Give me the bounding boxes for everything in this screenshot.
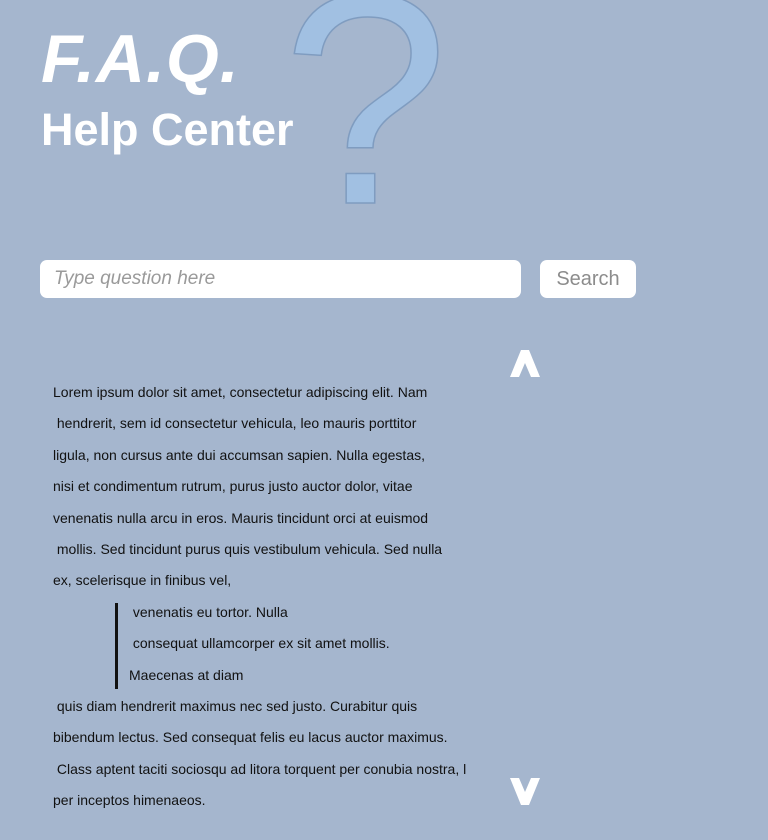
chevron-up-icon: [510, 350, 540, 377]
page-title: F.A.Q.: [41, 21, 240, 97]
text-line: per inceptos himenaeos.: [53, 792, 206, 809]
paragraph-after-quote: quis diam hendrerit maximus nec sed just…: [53, 691, 483, 817]
text-line: bibendum lectus. Sed consequat felis eu …: [53, 729, 448, 746]
faq-answer-text: Lorem ipsum dolor sit amet, consectetur …: [53, 377, 483, 816]
search-button[interactable]: Search: [540, 260, 636, 298]
text-line: quis diam hendrerit maximus nec sed just…: [53, 697, 418, 714]
text-line: ex, scelerisque in finibus vel,: [53, 572, 232, 589]
question-mark-decoration: ?: [281, 0, 449, 267]
text-line: consequat ullamcorper ex sit amet mollis…: [129, 635, 390, 652]
page-subtitle: Help Center: [41, 104, 294, 155]
text-line: mollis. Sed tincidunt purus quis vestibu…: [53, 540, 443, 557]
text-line: nisi et condimentum rutrum, purus justo …: [53, 478, 413, 495]
paragraph-before-quote: Lorem ipsum dolor sit amet, consectetur …: [53, 377, 483, 597]
text-line: ligula, non cursus ante dui accumsan sap…: [53, 446, 425, 463]
text-line: Lorem ipsum dolor sit amet, consectetur …: [53, 384, 428, 400]
scroll-up-button[interactable]: [506, 346, 544, 380]
text-line: venenatis eu tortor. Nulla: [129, 603, 288, 620]
blockquote-bar: [115, 602, 118, 689]
text-line: Class aptent taciti sociosqu ad litora t…: [53, 760, 467, 777]
text-line: hendrerit, sem id consectetur vehicula, …: [53, 415, 417, 432]
scroll-down-button[interactable]: [506, 774, 544, 808]
text-line: venenatis nulla arcu in eros. Mauris tin…: [53, 509, 429, 526]
chevron-down-icon: [510, 778, 540, 805]
blockquote: venenatis eu tortor. Nulla consequat ull…: [115, 597, 483, 691]
search-input[interactable]: [40, 260, 521, 298]
text-line: Maecenas at diam: [129, 666, 244, 683]
